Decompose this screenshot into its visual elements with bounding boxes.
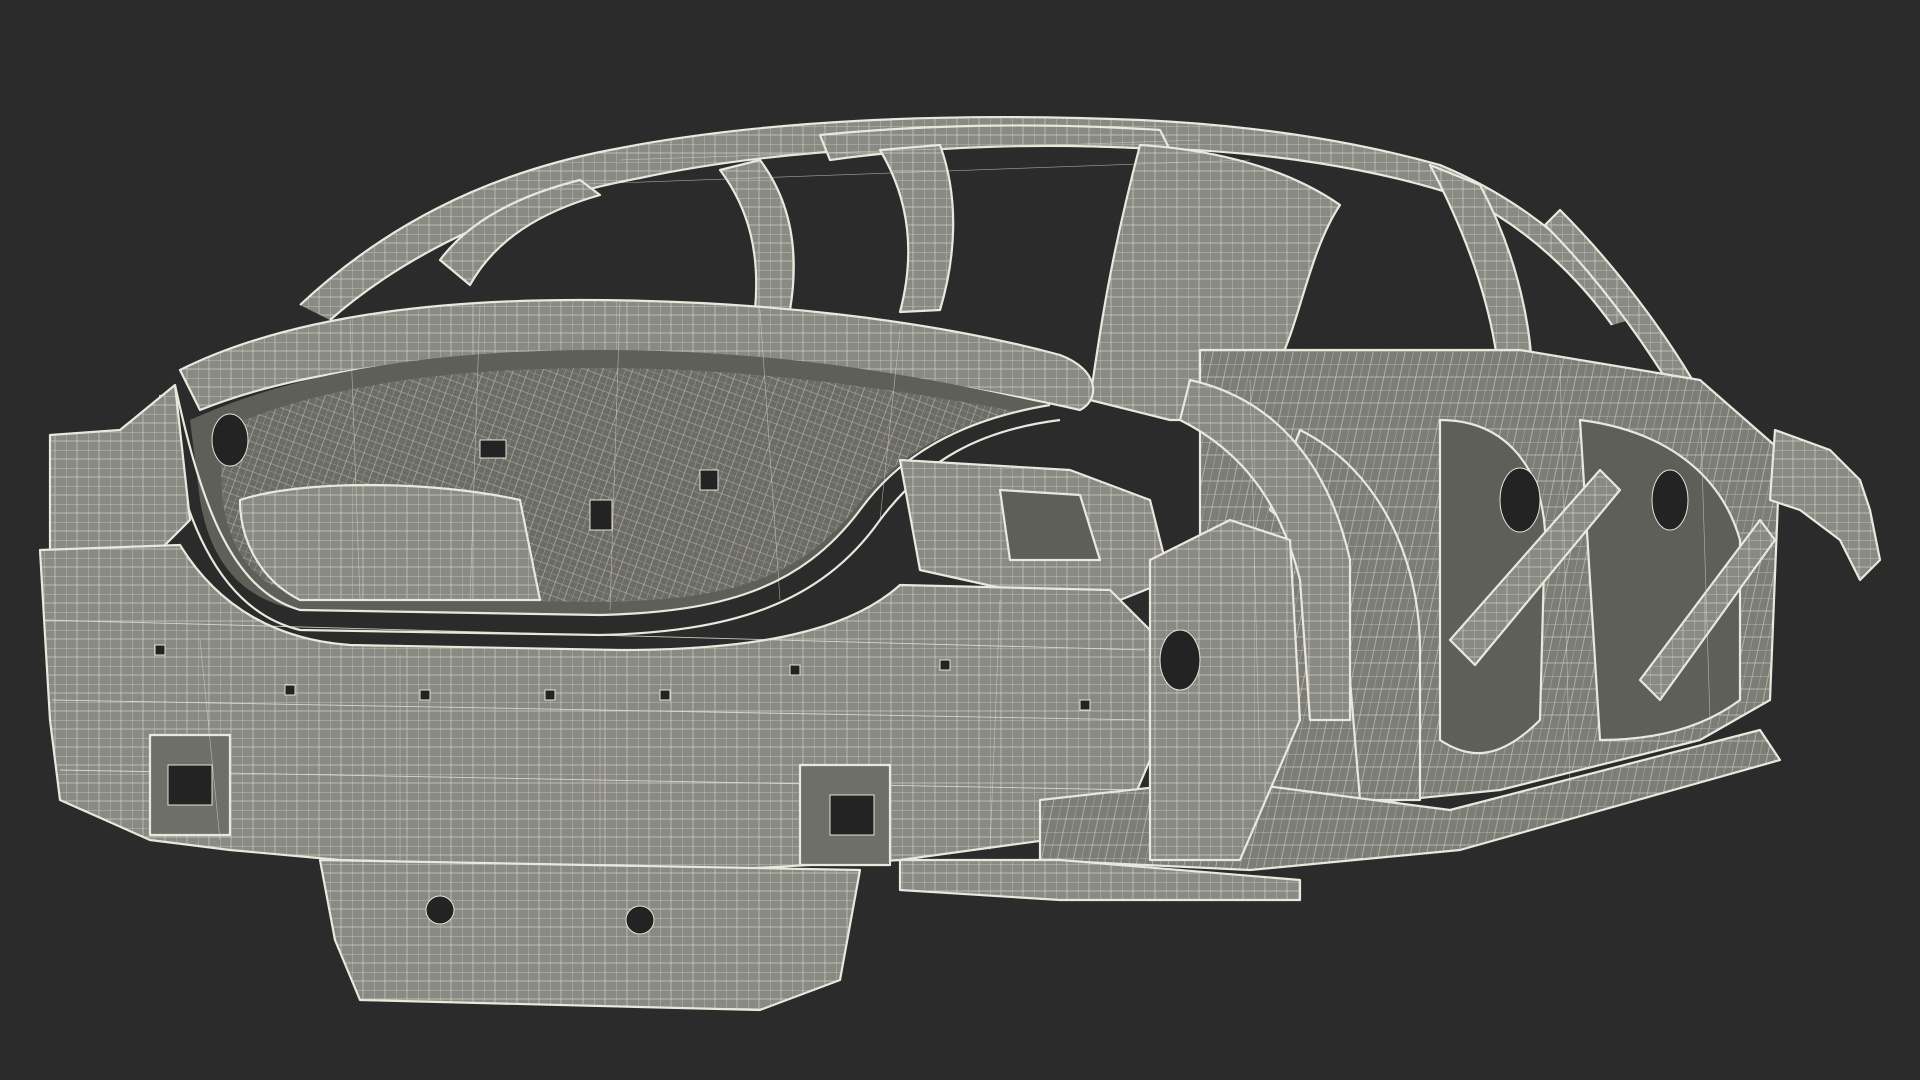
right-taillight-housing bbox=[898, 458, 1172, 602]
spare-wheel-tub bbox=[318, 858, 862, 1012]
car-body-wireframe-render bbox=[38, 115, 1882, 1012]
b-pillar-left bbox=[718, 158, 795, 312]
c-pillar-inner-left bbox=[878, 143, 955, 314]
front-rail-stub bbox=[1768, 428, 1882, 582]
render-viewport bbox=[0, 0, 1920, 1080]
